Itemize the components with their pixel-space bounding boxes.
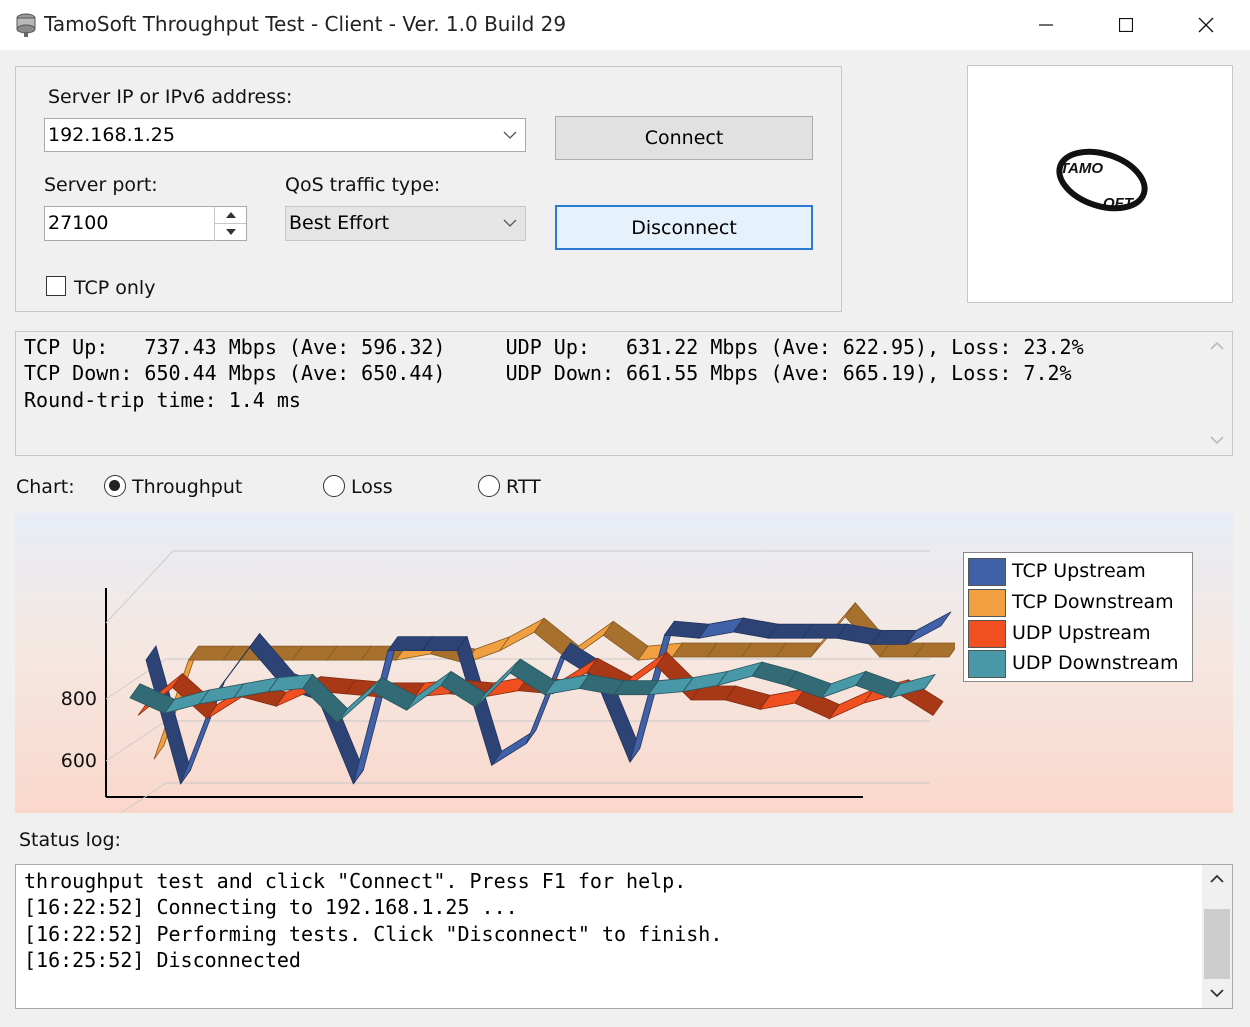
server-port-value: 27100 bbox=[48, 212, 109, 234]
server-address-label: Server IP or IPv6 address: bbox=[48, 86, 293, 108]
tcp-only-label[interactable]: TCP only bbox=[74, 277, 155, 299]
radio-throughput[interactable] bbox=[104, 475, 126, 497]
disconnect-button[interactable]: Disconnect bbox=[555, 205, 813, 250]
scroll-down-icon[interactable] bbox=[1209, 432, 1225, 448]
status-log-textbox[interactable]: throughput test and click "Connect". Pre… bbox=[15, 864, 1233, 1009]
status-log-line: throughput test and click "Connect". Pre… bbox=[24, 869, 687, 893]
ribbon-segment bbox=[906, 611, 952, 645]
qos-select[interactable]: Best Effort bbox=[285, 206, 526, 241]
y-tick-label: 600 bbox=[61, 750, 97, 772]
radio-rtt-label[interactable]: RTT bbox=[506, 476, 541, 498]
radio-throughput-label[interactable]: Throughput bbox=[132, 476, 242, 498]
stats-textbox[interactable]: TCP Up: 737.43 Mbps (Ave: 596.32) UDP Up… bbox=[15, 331, 1233, 456]
radio-loss-label[interactable]: Loss bbox=[351, 476, 393, 498]
y-tick-label: 400 bbox=[61, 812, 97, 813]
legend-swatch bbox=[968, 558, 1006, 586]
legend-label: UDP Downstream bbox=[1012, 652, 1179, 674]
legend-item: UDP Downstream bbox=[968, 650, 1188, 678]
ribbon-segment bbox=[145, 644, 192, 785]
logo-text-top: TAMO bbox=[1060, 160, 1103, 177]
legend-swatch bbox=[968, 650, 1006, 678]
connect-button[interactable]: Connect bbox=[555, 116, 813, 160]
legend-label: TCP Upstream bbox=[1012, 560, 1146, 582]
legend-item: UDP Upstream bbox=[968, 620, 1188, 648]
close-button[interactable] bbox=[1166, 0, 1246, 50]
title-bar: TamoSoft Throughput Test - Client - Ver.… bbox=[0, 0, 1250, 50]
server-port-stepper[interactable]: 27100 bbox=[44, 206, 247, 241]
port-decrement-button[interactable] bbox=[215, 223, 246, 239]
axis-depth-line bbox=[105, 550, 174, 624]
window-title: TamoSoft Throughput Test - Client - Ver.… bbox=[44, 12, 567, 36]
port-spin-buttons bbox=[214, 207, 246, 241]
chevron-down-icon[interactable] bbox=[503, 128, 517, 142]
radio-loss[interactable] bbox=[323, 475, 345, 497]
server-address-value: 192.168.1.25 bbox=[48, 124, 175, 146]
chart-legend: TCP Upstream TCP Downstream UDP Upstream… bbox=[963, 552, 1193, 682]
app-icon bbox=[16, 13, 36, 37]
logo-text-bottom: OFT bbox=[1103, 195, 1135, 212]
qos-value: Best Effort bbox=[289, 212, 390, 234]
qos-label: QoS traffic type: bbox=[285, 174, 441, 196]
status-log-line: [16:25:52] Disconnected bbox=[24, 948, 301, 972]
y-tick-label: 800 bbox=[61, 688, 97, 710]
legend-swatch bbox=[968, 589, 1006, 617]
ribbon-segment bbox=[602, 620, 649, 661]
stats-line-rtt: Round-trip time: 1.4 ms bbox=[24, 388, 301, 412]
legend-swatch bbox=[968, 620, 1006, 648]
radio-rtt[interactable] bbox=[478, 475, 500, 497]
chart-plot: 400 600 800 bbox=[61, 550, 955, 813]
chevron-down-icon bbox=[225, 228, 236, 235]
throughput-chart: 400 600 800 TCP Upstream TCP Downstream UD… bbox=[15, 513, 1233, 813]
chart-label: Chart: bbox=[16, 476, 75, 498]
scroll-down-icon[interactable] bbox=[1209, 985, 1225, 1001]
chevron-up-icon bbox=[225, 212, 236, 218]
status-log-line: [16:22:52] Connecting to 192.168.1.25 ..… bbox=[24, 895, 518, 919]
stats-line-tcp-up: TCP Up: 737.43 Mbps (Ave: 596.32) UDP Up… bbox=[24, 335, 1084, 359]
tamosoft-logo: TAMO OFT bbox=[1056, 148, 1148, 212]
minimize-button[interactable] bbox=[1006, 0, 1086, 50]
chevron-down-icon bbox=[503, 219, 517, 227]
maximize-button[interactable] bbox=[1086, 0, 1166, 50]
port-increment-button[interactable] bbox=[215, 207, 246, 223]
status-log-line: [16:22:52] Performing tests. Click "Disc… bbox=[24, 922, 723, 946]
scroll-up-icon[interactable] bbox=[1209, 338, 1225, 354]
stats-line-tcp-down: TCP Down: 650.44 Mbps (Ave: 650.44) UDP … bbox=[24, 361, 1072, 385]
status-log-label: Status log: bbox=[19, 829, 121, 851]
close-icon bbox=[1198, 17, 1214, 33]
scrollbar-thumb[interactable] bbox=[1204, 909, 1230, 979]
server-port-label: Server port: bbox=[44, 174, 158, 196]
legend-item: TCP Downstream bbox=[968, 589, 1188, 617]
legend-item: TCP Upstream bbox=[968, 558, 1188, 586]
maximize-icon bbox=[1119, 18, 1133, 32]
scroll-up-icon[interactable] bbox=[1209, 871, 1225, 887]
tcp-only-checkbox[interactable] bbox=[46, 276, 66, 296]
status-log-scrollbar[interactable] bbox=[1202, 865, 1232, 1008]
logo-panel: TAMO OFT bbox=[967, 65, 1233, 303]
legend-label: TCP Downstream bbox=[1012, 591, 1174, 613]
minimize-icon bbox=[1039, 24, 1053, 26]
server-address-combobox[interactable]: 192.168.1.25 bbox=[44, 118, 526, 152]
legend-label: UDP Upstream bbox=[1012, 622, 1151, 644]
